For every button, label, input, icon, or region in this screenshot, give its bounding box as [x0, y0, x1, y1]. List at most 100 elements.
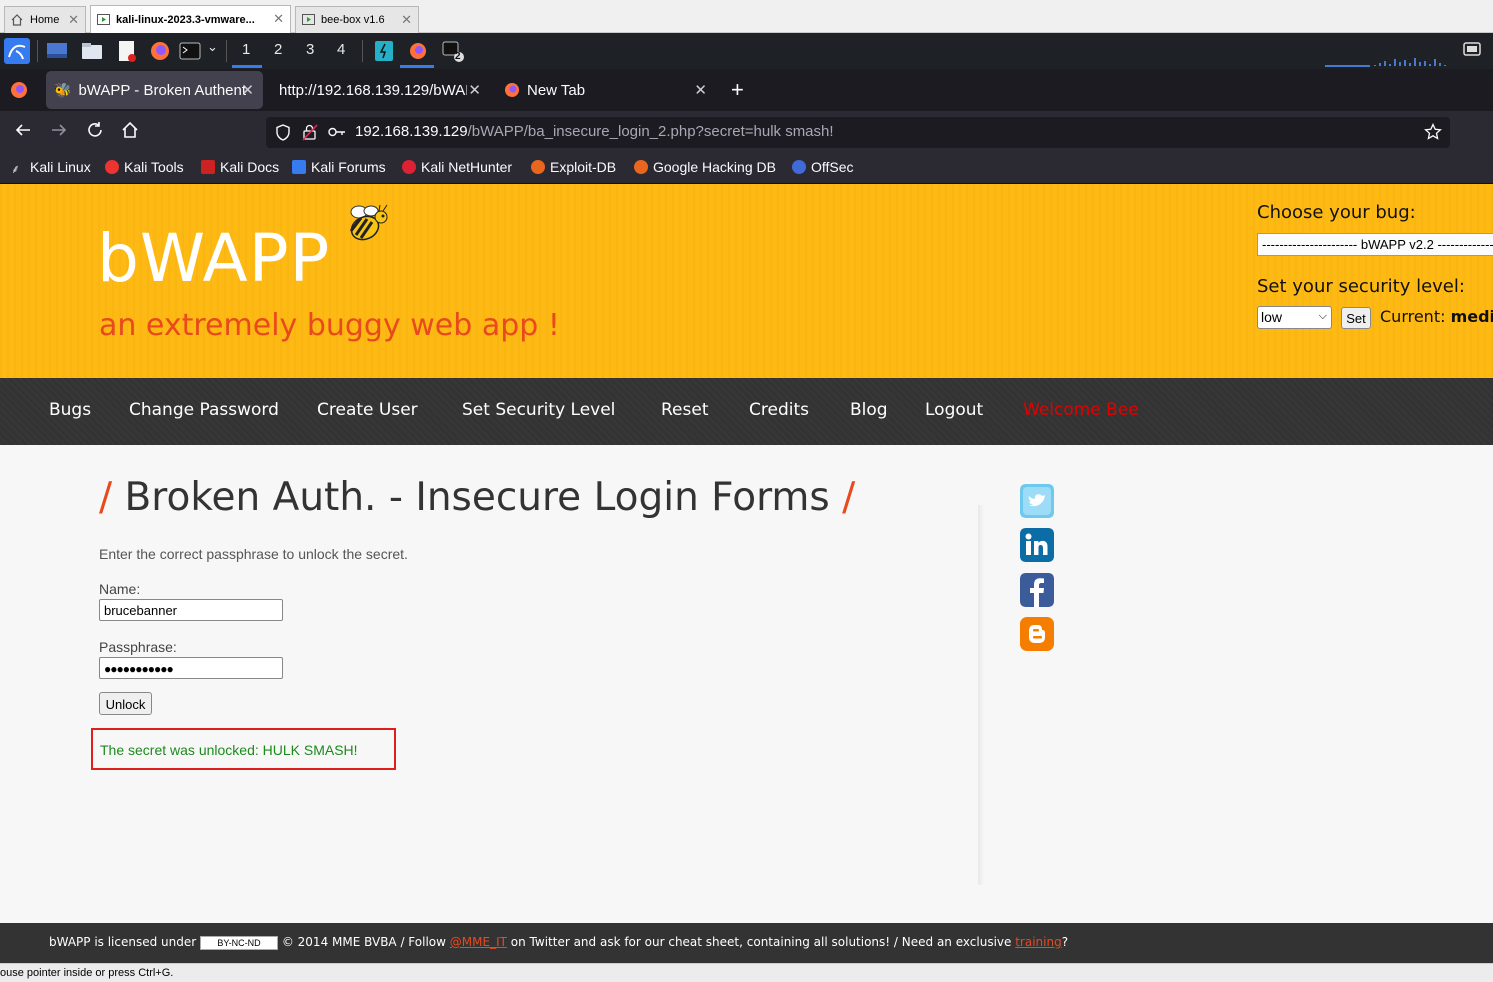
home-icon[interactable] — [121, 121, 139, 139]
bookmark-kali-tools[interactable]: Kali Tools — [105, 159, 184, 175]
footer: bWAPP is licensed under BY-NC-ND © 2014 … — [0, 923, 1493, 963]
kali-dragon-icon: ⸙ — [11, 160, 25, 176]
passphrase-input[interactable]: ●●●●●●●●●●● — [99, 657, 283, 679]
tab-label: New Tab — [527, 81, 586, 99]
bookmark-kali-docs[interactable]: Kali Docs — [201, 159, 279, 175]
menu-bugs[interactable]: Bugs — [49, 400, 91, 420]
name-label: Name: — [99, 581, 141, 597]
bookmark-kali-nethunter[interactable]: Kali NetHunter — [402, 159, 512, 175]
vm-running-icon — [97, 13, 111, 26]
close-icon[interactable]: ✕ — [694, 81, 707, 99]
tab-label: http://192.168.139.129/bWAP — [279, 81, 467, 99]
shield-icon[interactable] — [275, 124, 291, 141]
blogger-icon[interactable] — [1020, 617, 1054, 651]
bookmarks-toolbar: ⸙ Kali Linux Kali Tools Kali Docs Kali Fo… — [0, 154, 1493, 184]
bookmark-label: Kali NetHunter — [421, 159, 513, 175]
workspace-3[interactable]: 3 — [306, 41, 314, 58]
close-icon[interactable]: ✕ — [273, 11, 284, 27]
menu-blog[interactable]: Blog — [850, 400, 888, 420]
bookmark-offsec[interactable]: OffSec — [792, 159, 854, 175]
file-manager-icon[interactable] — [81, 40, 103, 62]
bookmark-exploit-db[interactable]: Exploit-DB — [531, 159, 616, 175]
workspace-2[interactable]: 2 — [274, 41, 282, 58]
main-content: / Broken Auth. - Insecure Login Forms / … — [0, 445, 1493, 923]
cc-license-badge[interactable]: BY-NC-ND — [200, 935, 279, 950]
bookmark-google-hacking-db[interactable]: Google Hacking DB — [634, 159, 776, 175]
twitter-handle-link[interactable]: @MME_IT — [450, 935, 507, 949]
insecure-lock-icon[interactable] — [302, 124, 318, 141]
tab-label: bWAPP - Broken Authenti — [78, 81, 247, 99]
firefox-tab-strip: 🐝 bWAPP - Broken Authenti ✕ http://192.1… — [0, 69, 1493, 111]
offsec-icon — [792, 160, 806, 174]
browser-tab-bwapp[interactable]: 🐝 bWAPP - Broken Authenti ✕ — [46, 71, 263, 109]
url-bar[interactable]: 192.168.139.129/bWAPP/ba_insecure_login_… — [266, 117, 1450, 148]
bookmark-label: Kali Linux — [30, 159, 91, 175]
kali-docs-icon — [201, 160, 215, 174]
screen-icon[interactable] — [1463, 41, 1481, 59]
active-workspace-indicator — [232, 65, 262, 68]
security-level-select[interactable]: low ⌵ — [1257, 306, 1332, 329]
footer-question-mark: ? — [1061, 935, 1069, 949]
unlock-button[interactable]: Unlock — [99, 692, 152, 715]
text-editor-icon[interactable] — [116, 40, 138, 62]
terminal-icon[interactable] — [179, 40, 201, 62]
divider — [362, 40, 363, 62]
close-icon[interactable]: ✕ — [241, 81, 254, 99]
menu-reset[interactable]: Reset — [661, 400, 709, 420]
vm-tab-label: kali-linux-2023.3-vmware... — [116, 13, 255, 26]
new-tab-button[interactable]: + — [731, 77, 744, 103]
bookmark-kali-forums[interactable]: Kali Forums — [292, 159, 386, 175]
app-launcher-icon[interactable] — [373, 40, 395, 62]
training-link[interactable]: training — [1015, 935, 1062, 949]
cc-label: BY-NC-ND — [217, 937, 261, 948]
facebook-icon[interactable] — [1020, 573, 1054, 607]
exploit-db-icon — [531, 160, 545, 174]
vm-tab-kali[interactable]: kali-linux-2023.3-vmware... ✕ — [90, 5, 291, 33]
workspace-4[interactable]: 4 — [337, 41, 345, 58]
nethunter-icon — [402, 160, 416, 174]
title-text: Broken Auth. - Insecure Login Forms — [124, 475, 830, 520]
title-slash: / — [99, 475, 113, 520]
chevron-down-icon[interactable]: ⌄ — [207, 39, 218, 55]
close-icon[interactable]: ✕ — [68, 12, 79, 28]
desktop-icon[interactable] — [46, 40, 68, 62]
vm-tab-label: bee-box v1.6 — [321, 14, 385, 26]
firefox-icon[interactable] — [149, 40, 171, 62]
close-icon[interactable]: ✕ — [401, 12, 412, 28]
bookmark-label: OffSec — [811, 159, 854, 175]
vm-tab-home[interactable]: Home ✕ — [4, 6, 86, 33]
menu-create-user[interactable]: Create User — [317, 400, 418, 420]
workspace-1[interactable]: 1 — [242, 41, 250, 58]
bookmark-star-icon[interactable] — [1424, 123, 1442, 141]
close-icon[interactable]: ✕ — [468, 81, 481, 99]
main-menu: Bugs Change Password Create User Set Sec… — [0, 378, 1493, 445]
twitter-icon[interactable] — [1020, 484, 1054, 518]
firefox-icon — [505, 83, 519, 97]
back-icon[interactable] — [14, 121, 32, 139]
browser-tab-new[interactable]: New Tab ✕ — [494, 71, 716, 109]
bookmark-kali-linux[interactable]: ⸙ Kali Linux — [11, 159, 91, 176]
active-task-indicator — [400, 65, 434, 68]
menu-credits[interactable]: Credits — [749, 400, 809, 420]
reload-icon[interactable] — [86, 121, 104, 139]
menu-set-security-level[interactable]: Set Security Level — [462, 400, 615, 420]
vm-running-icon — [302, 14, 316, 26]
chevron-down-icon: ⌵ — [1318, 310, 1327, 322]
kali-menu-icon[interactable] — [4, 38, 30, 64]
key-icon[interactable] — [328, 126, 346, 138]
browser-tab-url[interactable]: http://192.168.139.129/bWAP ✕ — [268, 71, 490, 109]
url-path: /bWAPP/ba_insecure_login_2.php?secret=hu… — [467, 123, 834, 140]
security-level-value: low — [1261, 309, 1283, 325]
kali-tools-icon — [105, 160, 119, 174]
name-input[interactable]: brucebanner — [99, 599, 283, 621]
forward-icon[interactable] — [50, 121, 68, 139]
bug-select[interactable]: ---------------------- bWAPP v2.2 ------… — [1257, 233, 1493, 256]
firefox-view-icon[interactable] — [10, 81, 28, 99]
vm-tab-beebox[interactable]: bee-box v1.6 ✕ — [295, 6, 419, 33]
menu-change-password[interactable]: Change Password — [129, 400, 279, 420]
instruction-text: Enter the correct passphrase to unlock t… — [99, 546, 408, 562]
linkedin-icon[interactable] — [1020, 528, 1054, 562]
set-button[interactable]: Set — [1341, 307, 1371, 329]
menu-logout[interactable]: Logout — [925, 400, 983, 420]
firefox-task-icon[interactable] — [407, 40, 429, 62]
